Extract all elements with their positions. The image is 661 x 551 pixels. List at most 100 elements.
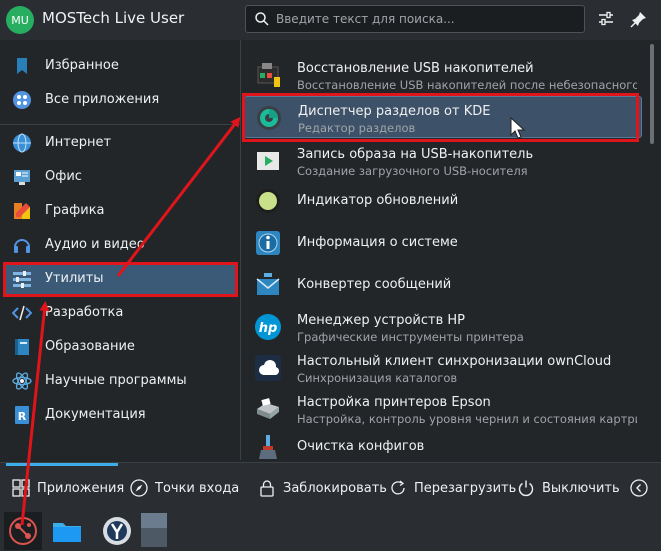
list-scrollbar[interactable] — [650, 44, 654, 144]
app-launcher-button[interactable] — [4, 512, 42, 550]
app-name: Восстановление USB накопителей — [297, 61, 534, 76]
sidebar-item-education[interactable]: Образование — [4, 331, 236, 363]
app-item-owncloud-client[interactable]: Настольный клиент синхронизации ownCloud… — [244, 347, 642, 389]
documentation-icon: R — [15, 406, 29, 424]
app-description: Настройка, контроль уровня чернил и сост… — [297, 412, 637, 426]
sidebar-item-label: Аудио и видео — [45, 237, 145, 252]
compass-icon — [130, 479, 148, 497]
app-item-update-indicator[interactable]: Индикатор обновлений — [244, 180, 642, 222]
app-description: Восстановление USB накопителей после неб… — [297, 78, 637, 92]
power-icon — [518, 480, 534, 497]
search-icon — [255, 12, 269, 26]
app-name: Очистка конфигов — [297, 439, 425, 454]
launcher-icon — [9, 517, 37, 545]
app-name: Индикатор обновлений — [297, 193, 459, 208]
printer-icon — [257, 398, 279, 419]
active-tab-indicator — [6, 463, 118, 466]
sidebar-item-label: Научные программы — [45, 373, 187, 388]
annotation-box-utilities — [3, 262, 238, 297]
browser-button[interactable] — [100, 514, 134, 548]
app-name: Настройка принтеров Epson — [297, 395, 491, 410]
sidebar-item-label: Офис — [45, 169, 82, 184]
menu-footer: Приложения Точки входа Заблокировать Пер… — [0, 462, 661, 510]
sidebar-item-favorites[interactable]: Избранное — [4, 50, 236, 82]
sidebar-item-label: Разработка — [45, 305, 124, 320]
app-item-message-converter[interactable]: Конвертер сообщений — [244, 264, 642, 306]
grid-icon — [13, 91, 31, 109]
app-item-usb-repair[interactable]: Восстановление USB накопителей Восстанов… — [244, 54, 642, 96]
leave-menu-button[interactable] — [630, 477, 655, 499]
tab-label: Точки входа — [155, 480, 240, 496]
sidebar-item-audio-video[interactable]: Аудио и видео — [4, 229, 236, 261]
tab-label: Приложения — [37, 480, 125, 496]
svg-text:R: R — [18, 410, 27, 423]
app-item-hp-device-manager[interactable]: hp Менеджер устройств HP Графические инс… — [244, 306, 642, 348]
sidebar-item-label: Документация — [45, 407, 146, 422]
education-icon — [15, 339, 29, 355]
graphics-icon — [14, 203, 30, 219]
hp-logo-icon: hp — [255, 314, 281, 340]
sidebar-item-office[interactable]: Офис — [4, 161, 236, 193]
taskbar — [0, 510, 661, 551]
sidebar-item-label: Образование — [45, 339, 135, 354]
svg-text:hp: hp — [259, 321, 278, 336]
sidebar-item-science[interactable]: Научные программы — [4, 365, 236, 397]
user-avatar[interactable]: MU — [6, 6, 34, 34]
sidebar-divider — [0, 124, 241, 125]
sidebar-item-development[interactable]: Разработка — [4, 297, 236, 329]
category-sidebar: Избранное Все приложения Интернет Офис Г… — [0, 40, 241, 460]
envelope-icon — [256, 273, 280, 295]
pin-icon — [630, 12, 646, 28]
search-input[interactable] — [276, 12, 576, 26]
update-indicator-icon — [256, 189, 280, 213]
lock-button[interactable]: Заблокировать — [258, 477, 387, 499]
app-description: Графические инструменты принтера — [297, 330, 524, 344]
sidebar-item-documentation[interactable]: R Документация — [4, 399, 236, 431]
window-thumbnail-icon — [141, 513, 167, 547]
app-name: Конвертер сообщений — [297, 277, 452, 292]
sidebar-item-graphics[interactable]: Графика — [4, 195, 236, 227]
search-field[interactable] — [245, 5, 585, 33]
lock-icon — [260, 480, 274, 497]
app-description: Создание загрузочного USB-носителя — [297, 164, 528, 178]
usb-repair-icon — [257, 63, 280, 87]
annotation-box-partition-manager — [242, 93, 639, 142]
sidebar-item-all-apps[interactable]: Все приложения — [4, 84, 236, 116]
menu-header: MU MOSTech Live User — [0, 0, 661, 40]
restart-icon — [391, 480, 405, 495]
sidebar-item-label: Все приложения — [45, 92, 160, 107]
globe-icon — [13, 133, 31, 153]
user-name: MOSTech Live User — [42, 9, 185, 27]
app-name: Настольный клиент синхронизации ownCloud — [297, 354, 612, 369]
tab-places[interactable]: Точки входа — [130, 477, 239, 499]
tab-applications[interactable]: Приложения — [12, 477, 124, 499]
shutdown-button[interactable]: Выключить — [517, 477, 620, 499]
folder-icon — [53, 523, 81, 542]
app-name: Менеджер устройств HP — [297, 313, 465, 328]
app-item-epson-printer-setup[interactable]: Настройка принтеров Epson Настройка, кон… — [244, 388, 642, 430]
broom-icon — [259, 435, 277, 459]
app-name: Запись образа на USB-накопитель — [297, 147, 534, 162]
app-item-system-info[interactable]: Информация о системе — [244, 222, 642, 264]
code-icon — [12, 305, 32, 321]
headphones-icon — [14, 239, 30, 253]
app-name: Информация о системе — [297, 235, 458, 250]
sidebar-item-internet[interactable]: Интернет — [4, 127, 236, 159]
restart-button[interactable]: Перезагрузить — [389, 477, 516, 499]
sidebar-item-label: Интернет — [45, 135, 112, 150]
button-label: Перезагрузить — [414, 480, 517, 496]
sidebar-item-label: Избранное — [45, 58, 119, 73]
button-label: Заблокировать — [283, 480, 387, 496]
bookmark-icon — [17, 58, 27, 74]
pin-button[interactable] — [626, 7, 652, 31]
app-description: Синхронизация каталогов — [297, 371, 458, 385]
window-button[interactable] — [141, 513, 167, 547]
file-manager-button[interactable] — [50, 514, 84, 548]
sliders-icon — [599, 11, 613, 26]
owncloud-icon — [255, 355, 281, 381]
info-icon — [256, 231, 280, 255]
configure-button[interactable] — [593, 7, 619, 31]
sidebar-item-label: Графика — [45, 203, 105, 218]
app-item-usb-image-writer[interactable]: Запись образа на USB-накопитель Создание… — [244, 140, 642, 182]
office-icon — [14, 170, 30, 185]
